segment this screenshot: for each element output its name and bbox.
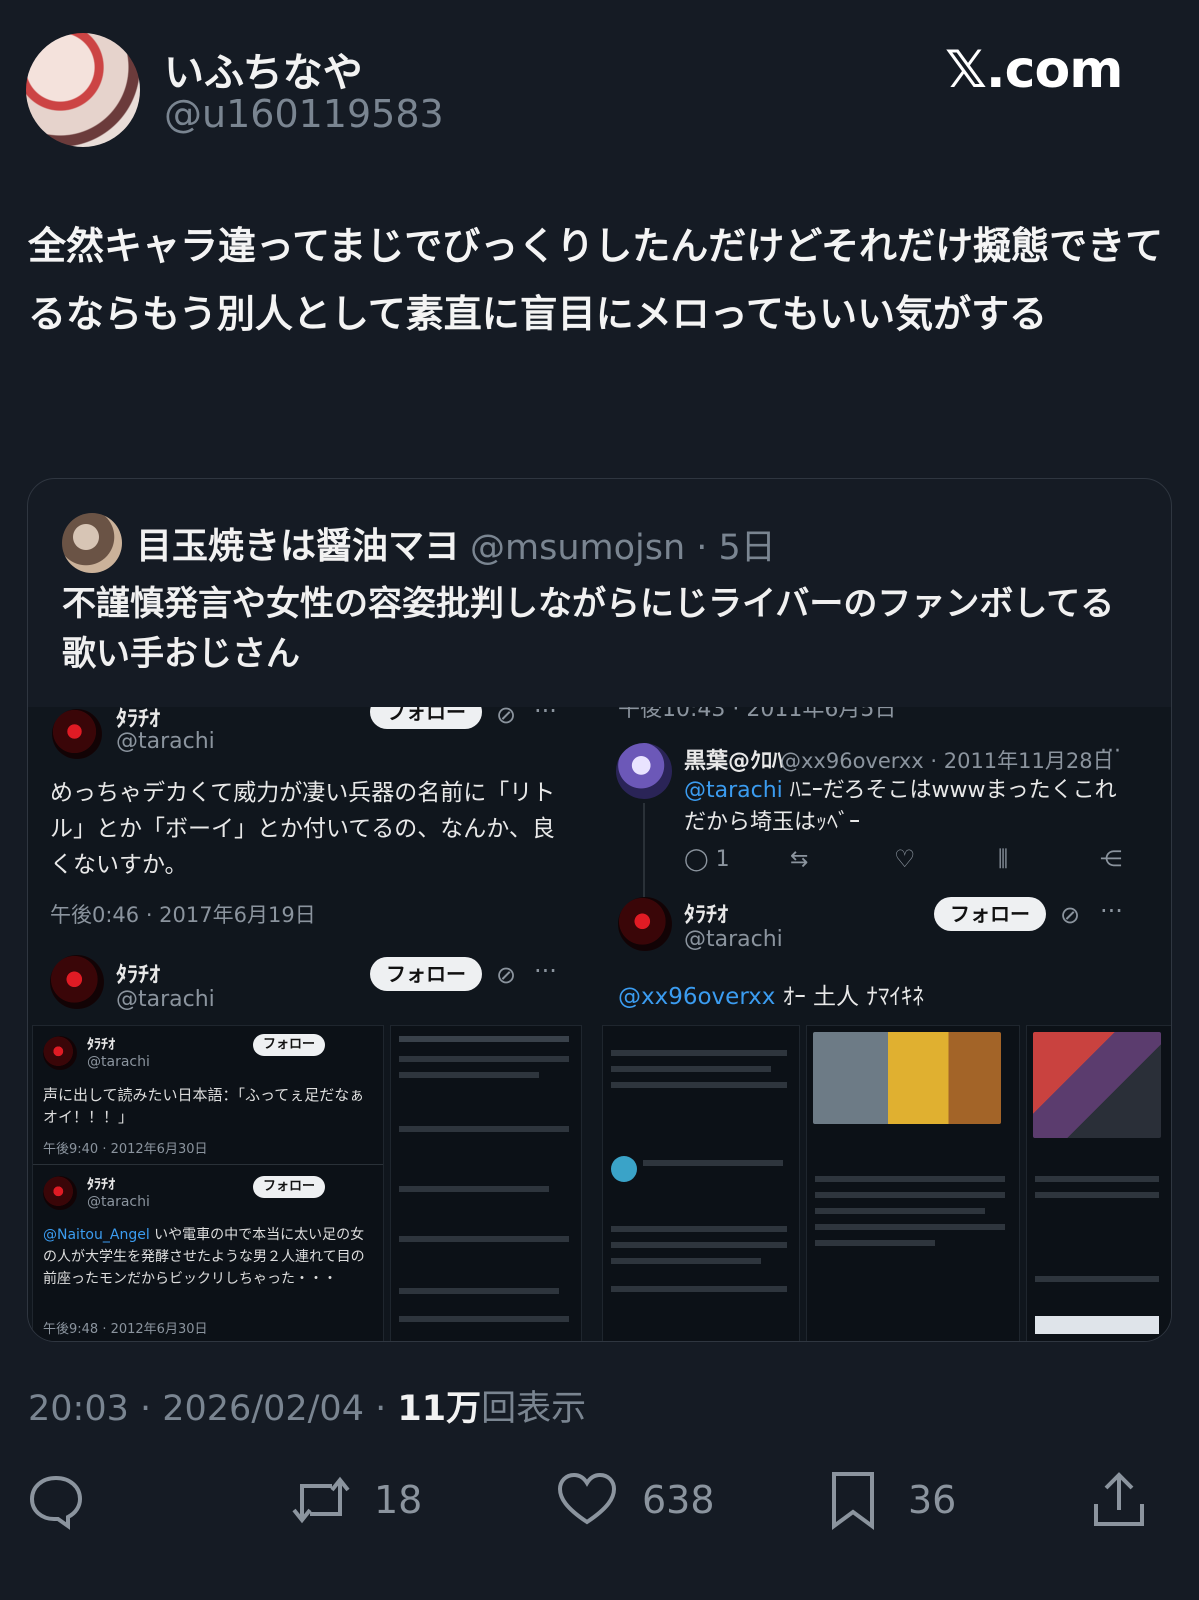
like-button[interactable]: 638 <box>556 1460 715 1540</box>
tweet-avatar <box>52 709 102 759</box>
retweet-icon <box>292 1476 350 1524</box>
tweet-body: めっちゃデカくて威力が凄い兵器の名前に「リトル」とか「ボーイ」とか付いてるの、な… <box>50 780 556 878</box>
tweet-handle: @tarachi <box>116 729 215 754</box>
quoted-author-avatar <box>62 513 122 573</box>
reply-count: 1 <box>715 847 730 872</box>
follow-button[interactable]: フォロー <box>934 897 1046 931</box>
views-label: 回表示 <box>481 1389 587 1429</box>
mention-link[interactable]: @tarachi <box>684 778 783 803</box>
tweet-avatar <box>43 1036 77 1070</box>
author-handle[interactable]: @u160119583 <box>164 92 444 136</box>
tweet-body: 声に出して読みたい日本語：「ふってぇ足だなぁオイ！！！」 <box>43 1086 365 1126</box>
tweet-time: 午後0:46 · 2017年6月19日 <box>50 903 316 927</box>
tweet-time: 20:03 · 2026/02/04 · <box>28 1389 398 1429</box>
bookmark-button[interactable]: 36 <box>828 1460 956 1540</box>
view-count: 11万 <box>397 1389 482 1429</box>
tweet-avatar <box>616 743 672 799</box>
retweet-button[interactable]: 18 <box>288 1460 422 1540</box>
like-icon[interactable]: ♡ <box>894 845 916 873</box>
embedded-screenshot-panel: ﾀﾗﾁｵ @tarachi フォロー 声に出して読みたい日本語：「ふってぇ足だな… <box>32 1025 384 1341</box>
grok-icon[interactable]: ⊘ <box>496 961 516 989</box>
divider <box>33 1164 383 1165</box>
quoted-tweet-text: 不謹慎発言や女性の容姿批判しながらにじライバーのファンボしてる歌い手おじさん <box>62 584 1115 674</box>
quoted-tweet-image[interactable]: ﾀﾗﾁｵ @tarachi フォロー ⊘ ··· めっちゃデカくて威力が凄い兵器… <box>28 707 1171 1341</box>
tweet-handle: @tarachi <box>87 1054 150 1070</box>
author-avatar[interactable] <box>26 33 140 147</box>
follow-button[interactable]: フォロー <box>370 707 482 729</box>
like-count: 638 <box>642 1478 715 1522</box>
embedded-screenshot-panel <box>806 1025 1020 1341</box>
quoted-tweet-card[interactable]: 目玉焼きは醤油マヨ @msumojsn · 5日 不謹慎発言や女性の容姿批判しな… <box>27 478 1172 1342</box>
share-icon <box>1094 1472 1144 1526</box>
grok-icon[interactable]: ⊘ <box>1060 901 1080 929</box>
retweet-count: 18 <box>374 1478 423 1522</box>
stats-icon[interactable]: ⫼ <box>998 847 1008 872</box>
x-logo: 𝕏.com <box>945 40 1123 100</box>
tweet-handle: @tarachi <box>87 1194 150 1210</box>
tweet-avatar <box>618 897 672 951</box>
more-icon[interactable]: ··· <box>534 707 557 725</box>
tweet-avatar <box>43 1176 77 1210</box>
bookmark-count: 36 <box>908 1478 957 1522</box>
follow-button[interactable]: フォロー <box>253 1176 325 1198</box>
reply-icon[interactable]: ◯ 1 <box>684 847 730 872</box>
more-icon[interactable]: ··· <box>1100 739 1121 764</box>
embedded-screenshot-panel <box>390 1025 582 1341</box>
bookmark-icon <box>832 1472 874 1530</box>
tweet-name: ﾀﾗﾁｵ <box>116 963 161 988</box>
tweet-body: @tarachi ﾊﾆｰだろそこはwwwまったくこれだから埼玉はｯﾍﾞｰ <box>684 775 1134 839</box>
tweet-name: ﾀﾗﾁｵ <box>87 1177 115 1193</box>
author-display-name[interactable]: いふちなや <box>164 40 363 98</box>
embedded-screenshot-panel <box>602 1025 800 1341</box>
mention-link[interactable]: @Naitou_Angel <box>43 1227 150 1243</box>
tweet-avatar <box>50 955 104 1009</box>
reply-button[interactable] <box>26 1460 86 1540</box>
reply-icon <box>29 1475 83 1530</box>
quoted-author-handle: @msumojsn · 5日 <box>470 528 776 568</box>
quoted-author-name: 目玉焼きは醤油マヨ <box>136 526 461 567</box>
heart-icon <box>557 1472 617 1525</box>
tweet-handle: @tarachi <box>684 927 783 952</box>
more-icon[interactable]: ··· <box>1100 897 1123 925</box>
tweet-handle: @tarachi <box>116 987 215 1012</box>
mention-link[interactable]: @xx96overxx <box>618 984 775 1010</box>
tweet-time: 午後10:43 · 2011年6月5日 <box>618 707 897 722</box>
follow-button[interactable]: フォロー <box>253 1034 325 1056</box>
tweet-body: @Naitou_Angel いや電車の中で本当に太い足の女の人が大学生を発酵させ… <box>43 1224 375 1290</box>
share-button[interactable] <box>1090 1460 1148 1540</box>
tweet-timestamp[interactable]: 20:03 · 2026/02/04 · 11万回表示 <box>28 1380 586 1431</box>
tweet-name: 黒葉@ｸﾛﾊ <box>684 749 784 774</box>
grok-icon[interactable]: ⊘ <box>496 707 516 729</box>
retweet-icon[interactable]: ⇆ <box>790 847 808 872</box>
embedded-photo <box>1033 1032 1161 1138</box>
tweet-text: 全然キャラ違ってまじでびっくりしたんだけどそれだけ擬態できてるならもう別人として… <box>28 224 1164 336</box>
share-icon[interactable]: ⋲ <box>1100 847 1122 872</box>
tweet-text: ｵｰ 土人 ﾅﾏｲｷﾈ <box>775 984 924 1010</box>
embedded-screenshot-panel <box>1026 1025 1171 1341</box>
follow-button[interactable]: フォロー <box>370 957 482 991</box>
tweet-time: 午後9:48 · 2012年6月30日 <box>43 1322 208 1337</box>
tweet-body: @xx96overxx ｵｰ 土人 ﾅﾏｲｷﾈ <box>618 977 924 1011</box>
tweet-actions-bar: 18 638 36 <box>0 1460 1199 1550</box>
embedded-photo <box>813 1032 1001 1124</box>
more-icon[interactable]: ··· <box>534 957 557 985</box>
tweet-handle: @xx96overxx · 2011年11月28日 <box>780 749 1114 773</box>
tweet-name: ﾀﾗﾁｵ <box>87 1037 115 1053</box>
tweet-name: ﾀﾗﾁｵ <box>684 903 729 928</box>
tweet-time: 午後9:40 · 2012年6月30日 <box>43 1142 208 1157</box>
